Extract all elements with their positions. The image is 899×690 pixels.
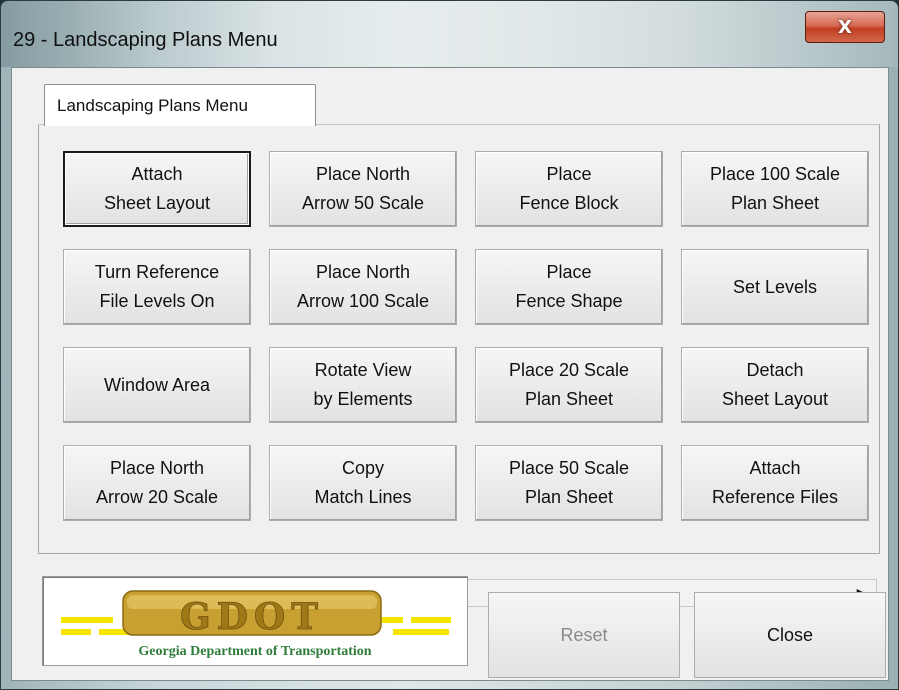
button-label: Place 100 Scale Plan Sheet [709,164,841,213]
button-label: Place North Arrow 100 Scale [296,262,430,311]
button-label: Window Area [103,374,211,395]
button-label: Place North Arrow 20 Scale [95,458,219,507]
close-icon: X [838,16,852,38]
logo-wordmark: GDOT [180,596,324,638]
button-label: Rotate View by Elements [313,360,413,409]
detach-sheet-layout-button[interactable]: Detach Sheet Layout [681,347,869,423]
window-area-button[interactable]: Window Area [63,347,251,423]
reset-button-label: Reset [560,624,608,645]
gdot-logo-image: GDOT Georgia Department of Transportatio… [61,590,451,659]
copy-match-lines-button[interactable]: Copy Match Lines [269,445,457,521]
place-50-scale-plan-sheet-button[interactable]: Place 50 Scale Plan Sheet [475,445,663,521]
place-north-arrow-100-scale-button[interactable]: Place North Arrow 100 Scale [269,249,457,325]
tab-label: Landscaping Plans Menu [57,95,248,115]
rotate-view-by-elements-button[interactable]: Rotate View by Elements [269,347,457,423]
place-fence-shape-button[interactable]: Place Fence Shape [475,249,663,325]
button-label: Turn Reference File Levels On [94,262,220,311]
place-north-arrow-20-scale-button[interactable]: Place North Arrow 20 Scale [63,445,251,521]
tab-landscaping-plans-menu[interactable]: Landscaping Plans Menu [44,84,316,126]
button-label: Place North Arrow 50 Scale [301,164,425,213]
button-label: Place 50 Scale Plan Sheet [508,458,630,507]
button-label: Detach Sheet Layout [721,360,829,409]
button-label: Place Fence Block [519,164,619,213]
place-north-arrow-50-scale-button[interactable]: Place North Arrow 50 Scale [269,151,457,227]
close-button[interactable]: Close [694,592,886,678]
gdot-logo: GDOT Georgia Department of Transportatio… [42,576,468,666]
turn-reference-file-levels-on-button[interactable]: Turn Reference File Levels On [63,249,251,325]
attach-sheet-layout-button[interactable]: Attach Sheet Layout [63,151,251,227]
button-label: Set Levels [732,276,818,297]
dialog-window: 29 - Landscaping Plans Menu X Landscapin… [0,0,899,690]
window-title: 29 - Landscaping Plans Menu [13,29,278,51]
place-100-scale-plan-sheet-button[interactable]: Place 100 Scale Plan Sheet [681,151,869,227]
button-label: Place Fence Shape [515,262,623,311]
button-label: Attach Sheet Layout [103,164,211,213]
place-20-scale-plan-sheet-button[interactable]: Place 20 Scale Plan Sheet [475,347,663,423]
button-label: Attach Reference Files [711,458,839,507]
button-label: Place 20 Scale Plan Sheet [508,360,630,409]
place-fence-block-button[interactable]: Place Fence Block [475,151,663,227]
close-button-label: Close [766,624,814,645]
button-label: Copy Match Lines [314,458,412,507]
logo-caption: Georgia Department of Transportation [138,644,371,659]
window-close-button[interactable]: X [805,11,885,43]
tab-panel: Attach Sheet Layout Place North Arrow 50 … [38,124,880,607]
set-levels-button[interactable]: Set Levels [681,249,869,325]
dialog-client-area: Landscaping Plans Menu Attach Sheet Layo… [11,67,889,681]
attach-reference-files-button[interactable]: Attach Reference Files [681,445,869,521]
reset-button[interactable]: Reset [488,592,680,678]
